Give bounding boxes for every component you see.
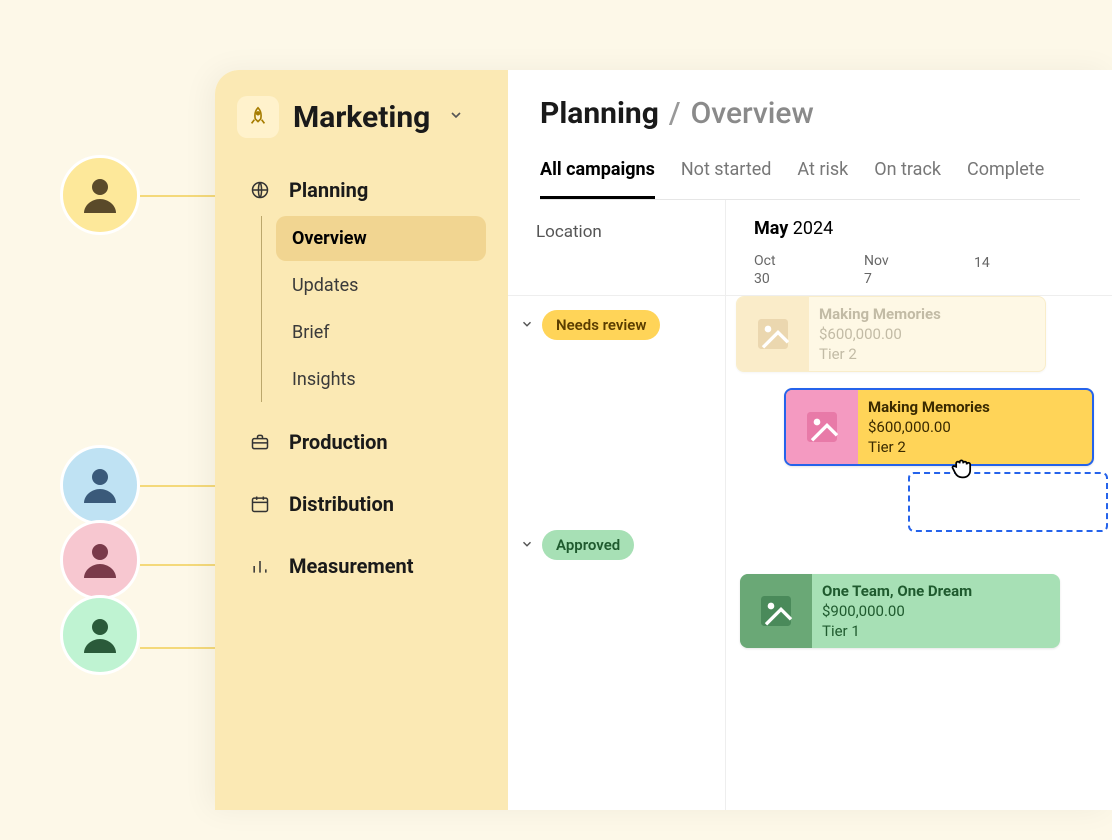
tab-all-campaigns[interactable]: All campaigns: [540, 159, 655, 199]
main-header: Planning / Overview All campaigns Not st…: [508, 70, 1112, 200]
campaign-card-ghost: Making Memories $600,000.00 Tier 2: [736, 296, 1046, 372]
subdate-day: 7: [864, 271, 974, 287]
avatar: [60, 445, 140, 525]
card-amount: $900,000.00: [822, 602, 972, 620]
card-thumbnail: [786, 390, 858, 464]
subdate: 14: [974, 253, 1084, 287]
card-title: Making Memories: [819, 305, 941, 323]
card-tier: Tier 2: [868, 438, 990, 456]
image-icon: [802, 407, 842, 447]
year-label: 2024: [793, 218, 833, 239]
sidebar-item-measurement[interactable]: Measurement: [245, 544, 486, 588]
user-icon: [76, 611, 124, 659]
chevron-down-icon: [520, 536, 534, 555]
crumb-sep: /: [669, 96, 681, 131]
timeline-header: Location May 2024 Oct 30 Nov 7: [508, 200, 1112, 296]
timeline-track[interactable]: Making Memories $600,000.00 Tier 2 Makin…: [726, 296, 1112, 810]
rocket-icon: [237, 96, 279, 138]
sub-nav: Overview Updates Brief Insights: [261, 216, 486, 402]
globe-icon: [249, 179, 271, 201]
breadcrumb: Planning / Overview: [540, 96, 1080, 131]
user-icon: [76, 461, 124, 509]
sidebar-item-label: Measurement: [289, 554, 414, 578]
briefcase-icon: [249, 431, 271, 453]
subdate-month: Nov: [864, 253, 974, 269]
sidebar-sub-updates[interactable]: Updates: [276, 263, 486, 308]
user-icon: [76, 171, 124, 219]
bars-icon: [249, 555, 271, 577]
card-tier: Tier 2: [819, 345, 941, 363]
tab-on-track[interactable]: On track: [874, 159, 941, 199]
sidebar-nav: Planning Overview Updates Brief Insights…: [237, 168, 486, 588]
workspace-switcher[interactable]: Marketing: [237, 96, 486, 138]
avatar-stack: [60, 155, 140, 675]
sidebar-item-label: Planning: [289, 178, 368, 202]
subdate: Nov 7: [864, 253, 974, 287]
image-icon: [753, 314, 793, 354]
sidebar-item-label: Distribution: [289, 492, 394, 516]
column-dates: May 2024 Oct 30 Nov 7: [726, 200, 1112, 295]
campaign-card[interactable]: Making Memories $600,000.00 Tier 2: [784, 388, 1094, 466]
workspace-title: Marketing: [293, 100, 430, 135]
calendar-icon: [249, 493, 271, 515]
app-window: Marketing Planning Overview Updates Brie…: [215, 70, 1112, 810]
card-tier: Tier 1: [822, 622, 972, 640]
group-row-needs-review[interactable]: Needs review: [520, 310, 713, 340]
crumb-last: Overview: [691, 96, 814, 131]
campaign-card[interactable]: One Team, One Dream $900,000.00 Tier 1: [740, 574, 1060, 648]
sidebar-item-production[interactable]: Production: [245, 420, 486, 464]
card-thumbnail: [737, 297, 809, 371]
card-thumbnail: [740, 574, 812, 648]
chevron-down-icon: [520, 316, 534, 335]
avatar: [60, 155, 140, 235]
card-amount: $600,000.00: [868, 418, 990, 436]
sidebar-sub-brief[interactable]: Brief: [276, 310, 486, 355]
tab-complete[interactable]: Complete: [967, 159, 1044, 199]
subdate-day: 30: [754, 271, 864, 287]
image-icon: [756, 591, 796, 631]
subdate-month: Oct: [754, 253, 864, 269]
chevron-down-icon: [448, 107, 464, 127]
subdate: Oct 30: [754, 253, 864, 287]
group-row-approved[interactable]: Approved: [520, 530, 713, 560]
timeline-month: May 2024: [754, 218, 1084, 239]
status-badge: Approved: [542, 530, 634, 560]
avatar: [60, 520, 140, 600]
subdate-day: 14: [974, 255, 1084, 271]
sidebar-sub-insights[interactable]: Insights: [276, 357, 486, 402]
avatar: [60, 595, 140, 675]
month-label: May: [754, 218, 788, 239]
sidebar-item-planning[interactable]: Planning: [245, 168, 486, 212]
card-title: Making Memories: [868, 398, 990, 416]
crumb-first[interactable]: Planning: [540, 96, 659, 131]
card-title: One Team, One Dream: [822, 582, 972, 600]
timeline-body: Needs review Approved: [508, 296, 1112, 810]
tab-not-started[interactable]: Not started: [681, 159, 772, 199]
column-location: Location: [508, 200, 726, 295]
sidebar-item-label: Production: [289, 430, 388, 454]
status-badge: Needs review: [542, 310, 660, 340]
sidebar-sub-overview[interactable]: Overview: [276, 216, 486, 261]
sidebar-item-distribution[interactable]: Distribution: [245, 482, 486, 526]
tab-at-risk[interactable]: At risk: [797, 159, 848, 199]
drop-indicator: [908, 472, 1108, 532]
tabs: All campaigns Not started At risk On tra…: [540, 159, 1080, 200]
card-amount: $600,000.00: [819, 325, 941, 343]
user-icon: [76, 536, 124, 584]
main-pane: Planning / Overview All campaigns Not st…: [508, 70, 1112, 810]
sidebar: Marketing Planning Overview Updates Brie…: [215, 70, 508, 810]
